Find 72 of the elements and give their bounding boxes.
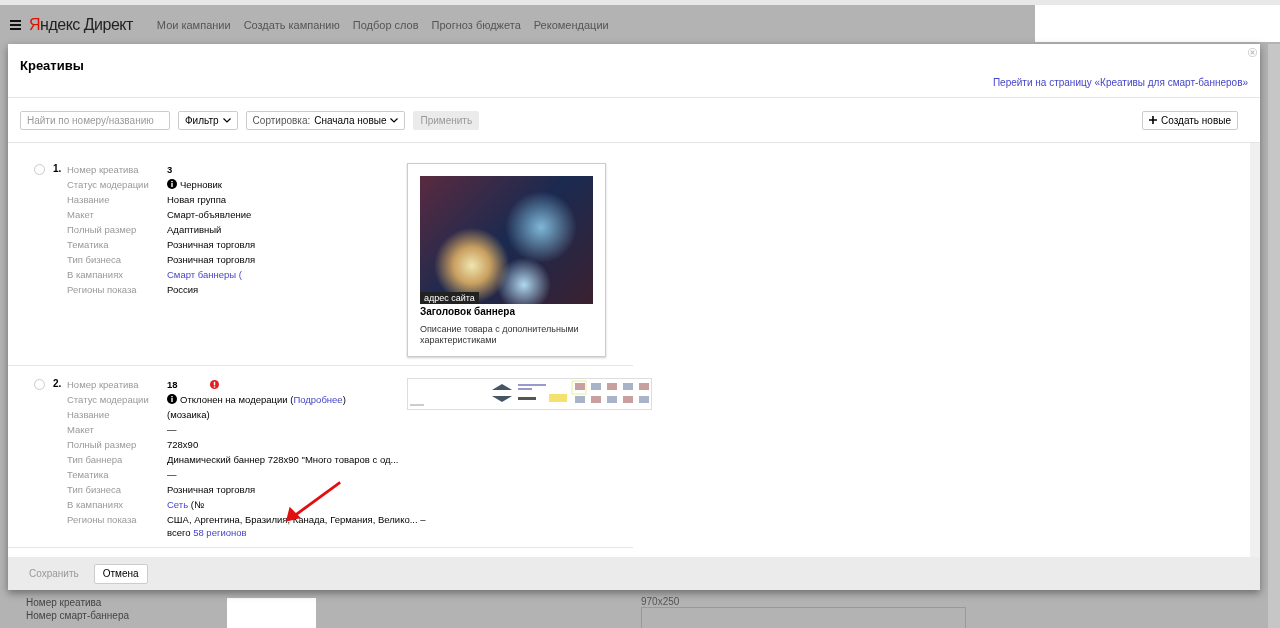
status-text: Отклонен на модерации (Подробнее) (180, 394, 346, 405)
search-field[interactable]: Найти по номеру/названию (20, 110, 170, 130)
field-label: Тематика (67, 468, 110, 482)
field-label: В кампаниях (67, 498, 125, 512)
radio-button[interactable] (34, 379, 45, 390)
field-value: США, Аргентина, Бразилия, Канада, Германия, Велико... – всего 58 регионов (167, 514, 427, 538)
field-value: 18 (167, 379, 178, 390)
create-button[interactable]: Создать новые (1142, 110, 1238, 130)
field-label: Статус модерации (67, 393, 150, 407)
field-label: Полный размер (67, 438, 138, 452)
field-label: Номер смарт-баннера (26, 610, 130, 621)
field-value: — (167, 424, 177, 435)
item-number: 2. (53, 378, 63, 391)
field-label: Номер креатива (26, 597, 103, 608)
chevron-down-icon (222, 117, 231, 123)
item-number: 1. (53, 163, 63, 176)
modal-title: Креативы (20, 58, 84, 74)
field-value: — (167, 469, 177, 480)
field-label: Статус модерации (67, 178, 150, 192)
nav-link[interactable]: Рекомендации (533, 18, 609, 31)
field-label: Название (67, 193, 111, 207)
banner-description: Описание товара с дополнительными характеристиками (420, 324, 580, 346)
radio-button[interactable] (34, 164, 45, 175)
banner-title: Заголовок баннера (420, 306, 516, 317)
value-link[interactable]: Сеть (167, 499, 189, 510)
field-value: 3 (167, 164, 173, 175)
cancel-button[interactable]: Отмена (93, 563, 148, 584)
field-value: Новая группа (167, 194, 227, 205)
scrollbar[interactable] (1250, 143, 1260, 557)
size-label: 970x250 (641, 596, 680, 607)
nav-link[interactable]: Подбор слов (352, 18, 419, 31)
field-label: Тип бизнеса (67, 483, 123, 497)
field-label: Регионы показа (67, 513, 138, 527)
field-value: Смарт-объявление (167, 209, 252, 220)
field-label: Тип бизнеса (67, 253, 123, 267)
field-label: Название (67, 408, 111, 422)
info-icon (167, 179, 177, 189)
field-label: Тематика (67, 238, 110, 252)
logo[interactable]: Яндекс Директ (29, 15, 133, 34)
field-value: Розничная торговля (167, 484, 256, 495)
field-label: В кампаниях (67, 268, 125, 282)
field-value: Россия (167, 284, 199, 295)
field-value: Сеть (№ (167, 499, 205, 510)
field-label: Номер креатива (67, 378, 140, 392)
chevron-down-icon (390, 117, 399, 123)
field-value: Розничная торговля (167, 239, 256, 250)
field-label: Макет (67, 208, 95, 222)
sort-dropdown[interactable]: Сортировка: Сначала новые (245, 110, 406, 130)
smart-banners-link[interactable]: Перейти на страницу «Креативы для смарт-баннеров» (992, 77, 1248, 88)
menu-icon[interactable] (10, 19, 21, 30)
field-value: Адаптивный (167, 224, 222, 235)
field-label: Тип баннера (67, 453, 124, 467)
value-link[interactable]: 58 регионов (193, 527, 247, 538)
close-icon[interactable] (1248, 48, 1257, 57)
field-value: Розничная торговля (167, 254, 256, 265)
status-text: Черновик (180, 179, 222, 190)
plus-icon (1149, 116, 1158, 124)
site-address-tag: адрес сайта (420, 292, 479, 304)
field-value: (мозаика) (167, 409, 210, 420)
field-label: Регионы показа (67, 283, 138, 297)
field-label: Номер креатива (67, 163, 140, 177)
field-value: 728x90 (167, 439, 199, 450)
filter-button[interactable]: Фильтр (178, 110, 238, 130)
field-value: Динамический баннер 728x90 "Много товаров с од... (167, 454, 399, 465)
value-link[interactable]: Смарт баннеры ( (167, 269, 242, 280)
value-link[interactable]: Подробнее (293, 394, 343, 405)
nav-link[interactable]: Мои кампании (156, 18, 231, 31)
info-icon (167, 394, 177, 404)
nav-link[interactable]: Прогноз бюджета (431, 18, 521, 31)
field-label: Макет (67, 423, 95, 437)
nav-link[interactable]: Создать кампанию (243, 18, 340, 31)
field-label: Полный размер (67, 223, 138, 237)
